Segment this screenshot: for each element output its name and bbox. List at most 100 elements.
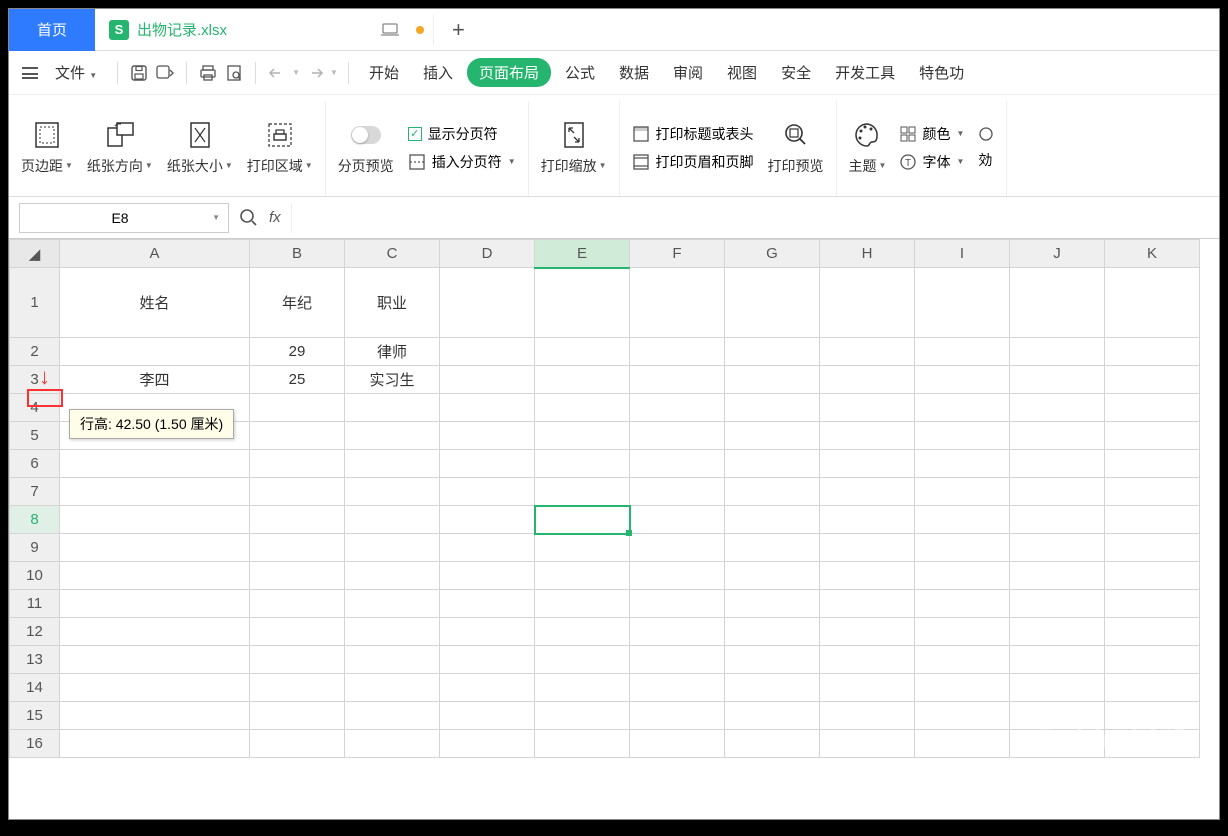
cell[interactable] — [820, 506, 915, 534]
cell[interactable] — [915, 702, 1010, 730]
cell[interactable] — [1010, 646, 1105, 674]
cell[interactable] — [250, 590, 345, 618]
cell[interactable] — [915, 730, 1010, 758]
cell[interactable] — [60, 478, 250, 506]
ribbon-print-area[interactable]: 打印区域▼ — [247, 120, 313, 176]
cell[interactable] — [915, 618, 1010, 646]
cell[interactable] — [535, 730, 630, 758]
row-header[interactable]: 1 — [10, 268, 60, 338]
cell[interactable] — [1105, 268, 1200, 338]
cell[interactable] — [345, 646, 440, 674]
cell[interactable] — [60, 506, 250, 534]
menu-insert[interactable]: 插入 — [413, 56, 463, 89]
cell[interactable] — [1010, 478, 1105, 506]
cell[interactable] — [1105, 506, 1200, 534]
cell[interactable] — [820, 450, 915, 478]
spreadsheet-grid[interactable]: ◢ A B C D E F G H I J K 1姓名年纪职业229律师3李四2… — [9, 239, 1219, 819]
cell[interactable] — [1010, 702, 1105, 730]
cell[interactable] — [1105, 562, 1200, 590]
cell[interactable] — [725, 366, 820, 394]
cell[interactable] — [60, 562, 250, 590]
cell[interactable]: 年纪 — [250, 268, 345, 338]
name-box[interactable]: E8 ▼ — [19, 203, 229, 233]
cell[interactable]: 29 — [250, 338, 345, 366]
cell[interactable] — [60, 534, 250, 562]
cell[interactable] — [1105, 702, 1200, 730]
cell[interactable] — [250, 394, 345, 422]
cell[interactable] — [345, 394, 440, 422]
cell[interactable] — [630, 730, 725, 758]
cell[interactable] — [440, 618, 535, 646]
cell[interactable] — [60, 450, 250, 478]
cell[interactable] — [250, 702, 345, 730]
print-preview-icon[interactable] — [223, 62, 245, 84]
menu-view[interactable]: 视图 — [717, 56, 767, 89]
cell[interactable] — [915, 478, 1010, 506]
cell[interactable] — [535, 366, 630, 394]
cell[interactable] — [345, 590, 440, 618]
cell[interactable] — [1010, 618, 1105, 646]
cell[interactable] — [820, 562, 915, 590]
ribbon-print-titles[interactable]: 打印标题或表头 — [632, 124, 754, 144]
cell[interactable] — [630, 394, 725, 422]
cell[interactable] — [820, 534, 915, 562]
cell[interactable] — [1105, 338, 1200, 366]
cell[interactable] — [250, 562, 345, 590]
cell[interactable] — [250, 674, 345, 702]
cell[interactable] — [345, 674, 440, 702]
cell[interactable] — [250, 618, 345, 646]
tab-document[interactable]: S 出物记录.xlsx — [95, 9, 241, 51]
fx-label[interactable]: fx — [269, 209, 281, 226]
cell[interactable] — [535, 506, 630, 534]
cell[interactable] — [1105, 478, 1200, 506]
cell[interactable] — [820, 478, 915, 506]
cell[interactable] — [915, 268, 1010, 338]
cell[interactable] — [535, 338, 630, 366]
cell[interactable] — [535, 674, 630, 702]
cell[interactable]: 25 — [250, 366, 345, 394]
cell[interactable] — [1010, 534, 1105, 562]
cell[interactable] — [725, 268, 820, 338]
menu-security[interactable]: 安全 — [771, 56, 821, 89]
cell[interactable] — [630, 268, 725, 338]
cell[interactable] — [725, 478, 820, 506]
ribbon-theme[interactable]: 主题▼ — [849, 120, 887, 176]
cell[interactable] — [345, 618, 440, 646]
cell[interactable] — [1105, 730, 1200, 758]
cell[interactable] — [725, 702, 820, 730]
col-header[interactable]: C — [345, 240, 440, 268]
cell[interactable] — [915, 590, 1010, 618]
cell[interactable] — [1010, 268, 1105, 338]
cell[interactable] — [1105, 674, 1200, 702]
ribbon-size[interactable]: 纸张大小▼ — [167, 120, 233, 176]
cell[interactable] — [440, 646, 535, 674]
cell[interactable] — [250, 534, 345, 562]
hamburger-icon[interactable] — [19, 62, 41, 84]
row-header[interactable]: 2 — [10, 338, 60, 366]
cell[interactable] — [820, 422, 915, 450]
cell[interactable] — [915, 338, 1010, 366]
ribbon-print-scale[interactable]: 打印缩放▼ — [541, 120, 607, 176]
cell[interactable] — [1105, 422, 1200, 450]
row-header[interactable]: 14 — [10, 674, 60, 702]
cell[interactable] — [1105, 590, 1200, 618]
col-header[interactable]: G — [725, 240, 820, 268]
tab-home[interactable]: 首页 — [9, 9, 95, 51]
row-header[interactable]: 5 — [10, 422, 60, 450]
device-icon[interactable] — [381, 23, 407, 37]
cell[interactable] — [345, 450, 440, 478]
cell[interactable] — [1010, 590, 1105, 618]
cell[interactable] — [820, 394, 915, 422]
cell[interactable] — [1105, 394, 1200, 422]
cell[interactable]: 职业 — [345, 268, 440, 338]
cell[interactable] — [1010, 394, 1105, 422]
cell[interactable] — [1010, 422, 1105, 450]
new-tab-button[interactable]: + — [433, 15, 483, 45]
cell[interactable] — [915, 534, 1010, 562]
cell[interactable] — [250, 730, 345, 758]
cell[interactable] — [820, 618, 915, 646]
cell[interactable] — [60, 646, 250, 674]
cell[interactable] — [915, 422, 1010, 450]
cell[interactable] — [725, 534, 820, 562]
save-as-icon[interactable] — [154, 62, 176, 84]
